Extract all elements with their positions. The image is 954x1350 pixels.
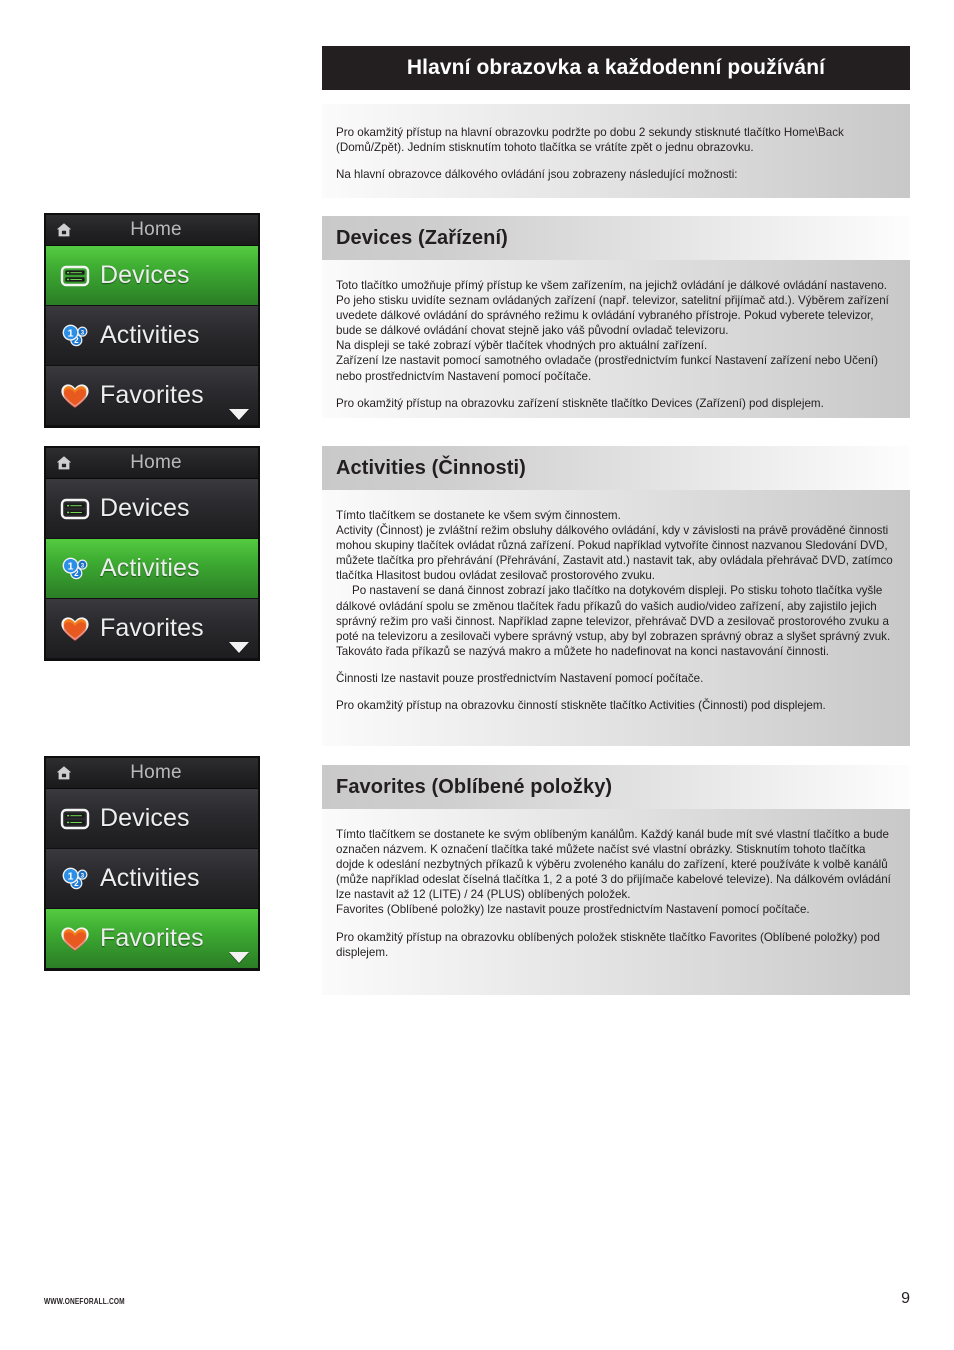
devices-paragraph-4: Pro okamžitý přístup na obrazovku zaříze… xyxy=(336,396,824,410)
devices-panel: Toto tlačítko umožňuje přímý přístup ke … xyxy=(322,260,910,418)
devices-paragraph-3: Zařízení lze nastavit pomocí samotného o… xyxy=(336,354,878,383)
home-bar: Home xyxy=(46,448,258,479)
remote-screenshots-column: Home Devices 3 2 1 Activities Favorites … xyxy=(44,0,276,1350)
svg-text:1: 1 xyxy=(68,870,74,882)
menu-label-activities: Activities xyxy=(100,554,200,582)
home-title: Home xyxy=(130,452,182,473)
home-bar: Home xyxy=(46,758,258,789)
heading-text-devices: Devices (Zařízení) xyxy=(336,226,508,249)
menu-row-favorites[interactable]: Favorites xyxy=(46,909,258,969)
remote-screen-favorites-selected: Home Devices 3 2 1 Activities Favorites xyxy=(44,756,260,971)
section-heading-favorites: Favorites (Oblíbené položky) xyxy=(322,765,910,809)
menu-label-activities: Activities xyxy=(100,864,200,892)
devices-paragraph-1: Toto tlačítko umožňuje přímý přístup ke … xyxy=(336,279,889,338)
home-bar: Home xyxy=(46,215,258,246)
menu-row-devices[interactable]: Devices xyxy=(46,246,258,306)
heading-text-activities: Activities (Činnosti) xyxy=(336,456,526,479)
footer-page-number: 9 xyxy=(901,1290,910,1307)
section-heading-devices: Devices (Zařízení) xyxy=(322,216,910,260)
page-title: Hlavní obrazovka a každodenní používání xyxy=(406,56,826,79)
menu-label-favorites: Favorites xyxy=(100,924,204,952)
menu-row-activities[interactable]: 3 2 1 Activities xyxy=(46,539,258,599)
home-icon xyxy=(55,454,73,472)
menu-label-favorites: Favorites xyxy=(100,381,204,409)
home-icon xyxy=(55,221,73,239)
devices-icon xyxy=(58,492,92,526)
scroll-down-arrow-icon[interactable] xyxy=(229,952,249,963)
activities-icon: 3 2 1 xyxy=(58,552,92,586)
activities-panel: Tímto tlačítkem se dostanete ke všem svý… xyxy=(322,490,910,746)
intro-panel: Pro okamžitý přístup na hlavní obrazovku… xyxy=(322,104,910,198)
menu-label-devices: Devices xyxy=(100,494,190,522)
section-heading-activities: Activities (Činnosti) xyxy=(322,446,910,490)
intro-paragraph-2: Na hlavní obrazovce dálkového ovládání j… xyxy=(336,168,738,182)
heading-text-favorites: Favorites (Oblíbené položky) xyxy=(336,775,613,798)
menu-row-devices[interactable]: Devices xyxy=(46,479,258,539)
menu-label-devices: Devices xyxy=(100,804,190,832)
menu-row-devices[interactable]: Devices xyxy=(46,789,258,849)
favorites-panel: Tímto tlačítkem se dostanete ke svým obl… xyxy=(322,809,910,995)
remote-screen-devices-selected: Home Devices 3 2 1 Activities Favorites xyxy=(44,213,260,428)
svg-text:1: 1 xyxy=(68,560,74,572)
favorites-heart-icon xyxy=(58,922,92,956)
home-icon xyxy=(55,764,73,782)
remote-screen-activities-selected: Home Devices 3 2 1 Activities Favorites xyxy=(44,446,260,661)
svg-text:1: 1 xyxy=(68,327,74,339)
activities-paragraph-2: Activity (Činnost) je zvláštní režim obs… xyxy=(336,524,893,583)
favorites-paragraph-1: Tímto tlačítkem se dostanete ke svým obl… xyxy=(336,828,891,902)
home-title: Home xyxy=(130,762,182,783)
page-title-band: Hlavní obrazovka a každodenní používání xyxy=(322,46,910,90)
favorites-paragraph-3: Pro okamžitý přístup na obrazovku oblíbe… xyxy=(336,930,880,959)
menu-row-activities[interactable]: 3 2 1 Activities xyxy=(46,306,258,366)
favorites-heart-icon xyxy=(58,612,92,646)
favorites-heart-icon xyxy=(58,379,92,413)
activities-paragraph-1: Tímto tlačítkem se dostanete ke všem svý… xyxy=(336,509,621,522)
scroll-down-arrow-icon[interactable] xyxy=(229,409,249,420)
scroll-down-arrow-icon[interactable] xyxy=(229,642,249,653)
devices-icon xyxy=(58,259,92,293)
activities-paragraph-3: Po nastavení se daná činnost zobrazí jak… xyxy=(336,584,891,658)
activities-icon: 3 2 1 xyxy=(58,319,92,353)
devices-icon xyxy=(58,802,92,836)
menu-label-favorites: Favorites xyxy=(100,614,204,642)
intro-paragraph-1: Pro okamžitý přístup na hlavní obrazovku… xyxy=(336,126,844,155)
activities-paragraph-5: Pro okamžitý přístup na obrazovku činnos… xyxy=(336,699,826,713)
devices-paragraph-2: Na displeji se také zobrazí výběr tlačít… xyxy=(336,339,708,353)
menu-row-activities[interactable]: 3 2 1 Activities xyxy=(46,849,258,909)
activities-icon: 3 2 1 xyxy=(58,862,92,896)
menu-row-favorites[interactable]: Favorites xyxy=(46,366,258,426)
favorites-paragraph-2: Favorites (Oblíbené položky) lze nastavi… xyxy=(336,903,810,917)
menu-label-activities: Activities xyxy=(100,321,200,349)
menu-label-devices: Devices xyxy=(100,261,190,289)
footer-website-url: WWW.ONEFORALL.COM xyxy=(44,1297,125,1306)
home-title: Home xyxy=(130,219,182,240)
activities-paragraph-4: Činnosti lze nastavit pouze prostřednict… xyxy=(336,671,704,685)
menu-row-favorites[interactable]: Favorites xyxy=(46,599,258,659)
